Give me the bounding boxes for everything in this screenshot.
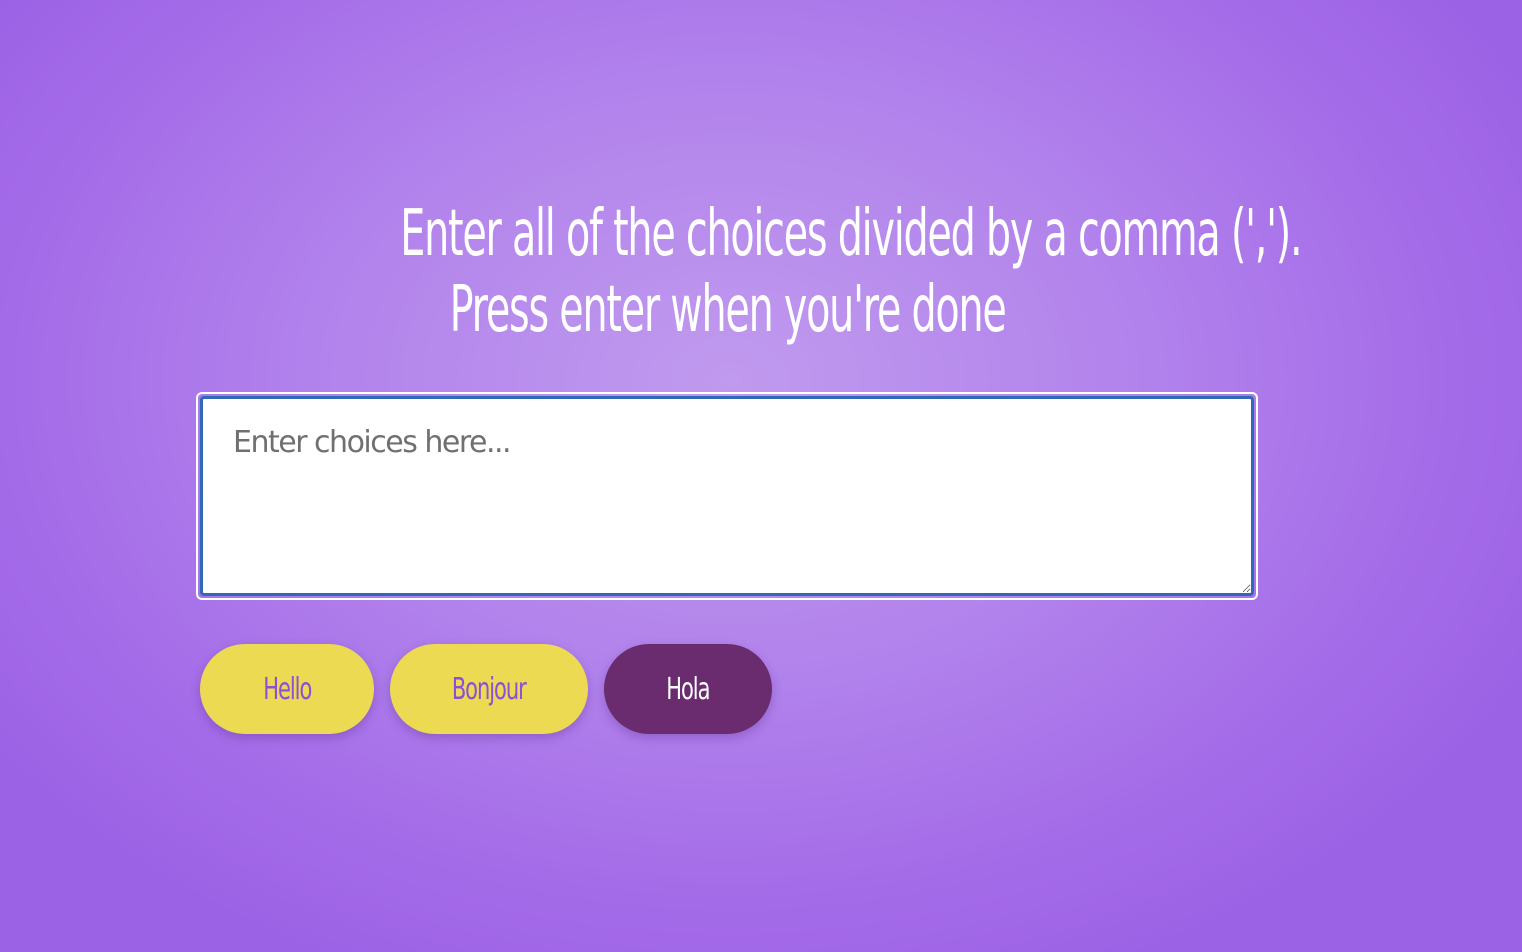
choice-chip-label: Hola	[666, 671, 710, 707]
choices-textarea[interactable]	[200, 396, 1254, 596]
choice-chip-hello[interactable]: Hello	[200, 644, 374, 734]
instruction-line-1: Enter all of the choices divided by a co…	[400, 197, 1302, 271]
instruction-line-2: Press enter when you're done	[449, 273, 1007, 347]
instruction-heading: Enter all of the choices divided by a co…	[400, 196, 1302, 348]
choice-chip-list: Hello Bonjour Hola	[200, 644, 772, 734]
choice-chip-label: Hello	[263, 671, 312, 707]
choices-input-focus-ring	[196, 392, 1258, 600]
choice-chip-bonjour[interactable]: Bonjour	[390, 644, 588, 734]
choice-chip-label: Bonjour	[452, 671, 527, 707]
choice-chip-hola[interactable]: Hola	[604, 644, 772, 734]
